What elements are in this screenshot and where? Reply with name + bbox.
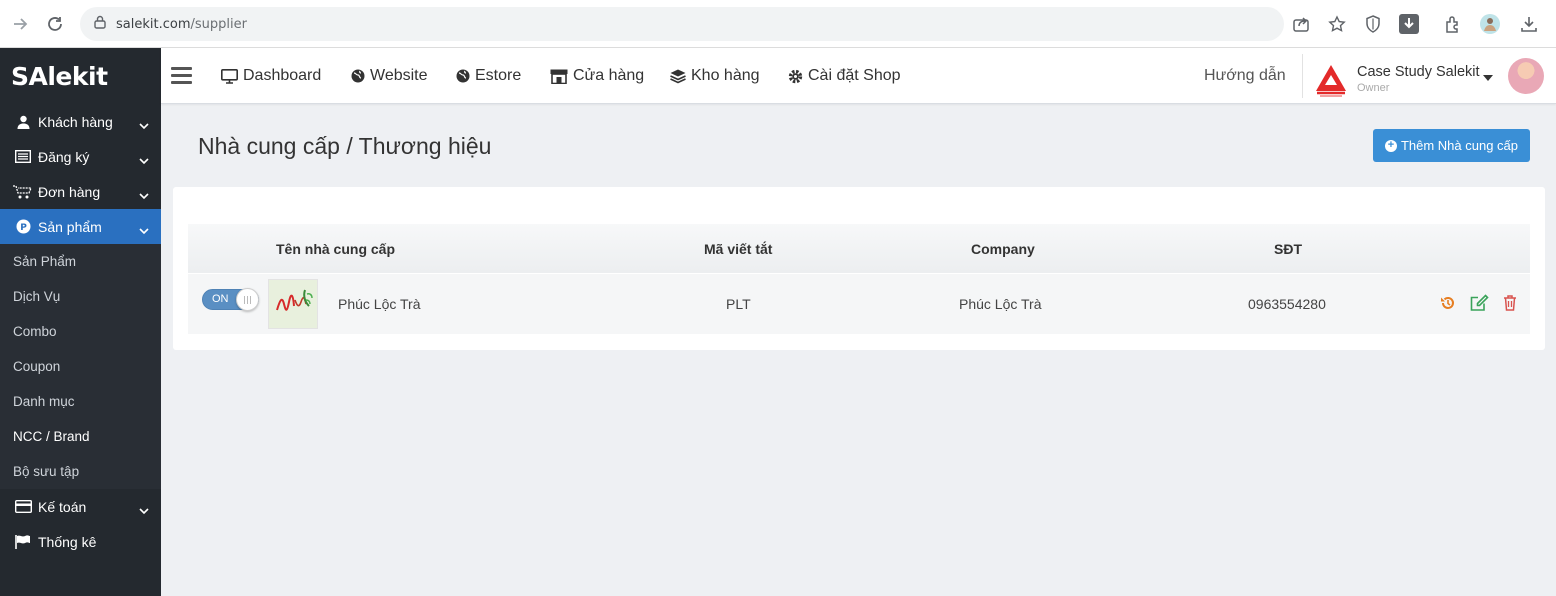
sidebar-item-label: Khách hàng — [38, 113, 113, 130]
nav-link-label: Kho hàng — [691, 67, 760, 84]
nav-link-label: Cài đặt Shop — [808, 67, 901, 84]
gear-icon — [788, 69, 803, 84]
sidebar-item-label: Sản phẩm — [38, 218, 102, 235]
extensions-icon[interactable] — [1441, 12, 1465, 36]
submenu-item-danh-muc[interactable]: Danh mục — [0, 384, 161, 419]
status-toggle[interactable]: ON — [202, 288, 259, 311]
user-avatar[interactable] — [1508, 58, 1544, 94]
sidebar-item-san-pham[interactable]: P Sản phẩm — [0, 209, 161, 244]
flag-icon — [13, 534, 33, 550]
shield-icon[interactable] — [1361, 12, 1385, 36]
account-name[interactable]: Case Study Salekit — [1357, 64, 1480, 80]
credit-card-icon — [13, 499, 33, 515]
add-supplier-label: Thêm Nhà cung cấp — [1400, 138, 1519, 153]
restore-icon[interactable] — [1438, 293, 1458, 313]
toggle-label: ON — [212, 293, 229, 305]
share-icon[interactable] — [1289, 12, 1313, 36]
column-header-phone: SĐT — [1274, 240, 1302, 257]
supplier-phone: 0963554280 — [1248, 296, 1326, 312]
table-header: Tên nhà cung cấp Mã viết tắt Company SĐT — [188, 224, 1530, 273]
column-header-name: Tên nhà cung cấp — [276, 240, 396, 257]
sidebar-item-ke-toan[interactable]: Kế toán — [0, 489, 161, 524]
submenu-item-combo[interactable]: Combo — [0, 314, 161, 349]
cart-icon — [13, 184, 33, 200]
hamburger-menu-icon[interactable] — [171, 67, 192, 84]
supplier-company: Phúc Lộc Trà — [959, 296, 1042, 312]
browser-toolbar: salekit.com/supplier — [0, 0, 1556, 48]
submenu-item-dich-vu[interactable]: Dịch Vụ — [0, 279, 161, 314]
sidebar-item-label: Thống kê — [38, 533, 97, 550]
reload-icon[interactable] — [43, 12, 67, 36]
add-supplier-button[interactable]: + Thêm Nhà cung cấp — [1373, 129, 1530, 162]
nav-link-label: Dashboard — [243, 67, 322, 84]
supplier-name: Phúc Lộc Trà — [338, 296, 421, 312]
nav-link-label: Cửa hàng — [573, 67, 645, 84]
lock-icon — [94, 15, 106, 34]
sidebar-item-thong-ke[interactable]: Thống kê — [0, 524, 161, 559]
page-title: Nhà cung cấp / Thương hiệu — [198, 133, 492, 159]
chevron-down-icon — [139, 502, 149, 518]
sidebar-item-dang-ky[interactable]: Đăng ký — [0, 139, 161, 174]
supplier-card: Tên nhà cung cấp Mã viết tắt Company SĐT… — [173, 187, 1545, 350]
globe-icon — [351, 69, 365, 83]
layers-icon — [670, 69, 686, 84]
column-header-company: Company — [971, 240, 1035, 257]
nav-link-cua-hang[interactable]: Cửa hàng — [550, 48, 644, 104]
caret-down-icon[interactable] — [1483, 68, 1493, 86]
nav-link-label: Website — [370, 67, 428, 84]
chevron-down-icon — [139, 222, 149, 238]
nav-link-cai-dat-shop[interactable]: Cài đặt Shop — [788, 48, 901, 104]
nav-link-kho-hang[interactable]: Kho hàng — [670, 48, 760, 104]
submenu-item-coupon[interactable]: Coupon — [0, 349, 161, 384]
nav-link-estore[interactable]: Estore — [456, 48, 521, 104]
chevron-down-icon — [139, 187, 149, 203]
top-navbar: Dashboard Website Estore Cửa hàng Kho hà… — [161, 48, 1556, 104]
company-logo — [1313, 62, 1349, 98]
supplier-code: PLT — [726, 296, 751, 312]
sidebar-item-label: Đăng ký — [38, 148, 90, 165]
sidebar-item-label: Kế toán — [38, 498, 87, 515]
guide-link[interactable]: Hướng dẫn — [1204, 48, 1286, 104]
sidebar-item-don-hang[interactable]: Đơn hàng — [0, 174, 161, 209]
chevron-down-icon — [139, 152, 149, 168]
svg-text:P: P — [20, 223, 27, 233]
globe-icon — [456, 69, 470, 83]
supplier-thumbnail — [268, 279, 318, 329]
edit-icon[interactable] — [1469, 293, 1489, 313]
download-icon[interactable] — [1517, 12, 1541, 36]
sidebar: SAlekit Khách hàng Đăng ký Đơn hàng P Sả… — [0, 48, 161, 596]
product-icon: P — [13, 219, 33, 235]
profile-icon[interactable] — [1478, 12, 1502, 36]
chevron-down-icon — [139, 117, 149, 133]
sidebar-item-khach-hang[interactable]: Khách hàng — [0, 104, 161, 139]
list-icon — [13, 149, 33, 165]
account-role: Owner — [1357, 82, 1390, 94]
back-arrow-icon[interactable] — [8, 12, 32, 36]
download-manager-icon[interactable] — [1397, 12, 1421, 36]
url-domain: salekit.com — [116, 16, 191, 32]
monitor-icon — [221, 68, 238, 84]
nav-link-label: Estore — [475, 67, 522, 84]
submenu-item-bo-suu-tap[interactable]: Bộ sưu tập — [0, 454, 161, 489]
salekit-logo[interactable]: SAlekit — [0, 48, 161, 104]
plus-circle-icon: + — [1384, 139, 1397, 152]
submenu-item-san-pham[interactable]: Sản Phẩm — [0, 244, 161, 279]
navbar-divider — [1302, 54, 1303, 98]
star-icon[interactable] — [1325, 12, 1349, 36]
toggle-knob — [236, 288, 259, 311]
table-row: ON Phúc Lộc Trà PLT Phúc Lộc Trà 0963554… — [188, 274, 1530, 334]
sidebar-item-label: Đơn hàng — [38, 183, 101, 200]
submenu-item-ncc-brand[interactable]: NCC / Brand — [0, 419, 161, 454]
user-icon — [13, 114, 33, 130]
nav-link-dashboard[interactable]: Dashboard — [221, 48, 321, 104]
column-header-code: Mã viết tắt — [704, 240, 773, 257]
address-bar[interactable]: salekit.com/supplier — [80, 7, 1284, 41]
product-submenu: Sản Phẩm Dịch Vụ Combo Coupon Danh mục N… — [0, 244, 161, 489]
url-path: /supplier — [190, 16, 247, 32]
delete-icon[interactable] — [1500, 293, 1520, 313]
url-text: salekit.com/supplier — [116, 17, 247, 32]
nav-link-website[interactable]: Website — [351, 48, 428, 104]
store-icon — [550, 69, 568, 84]
